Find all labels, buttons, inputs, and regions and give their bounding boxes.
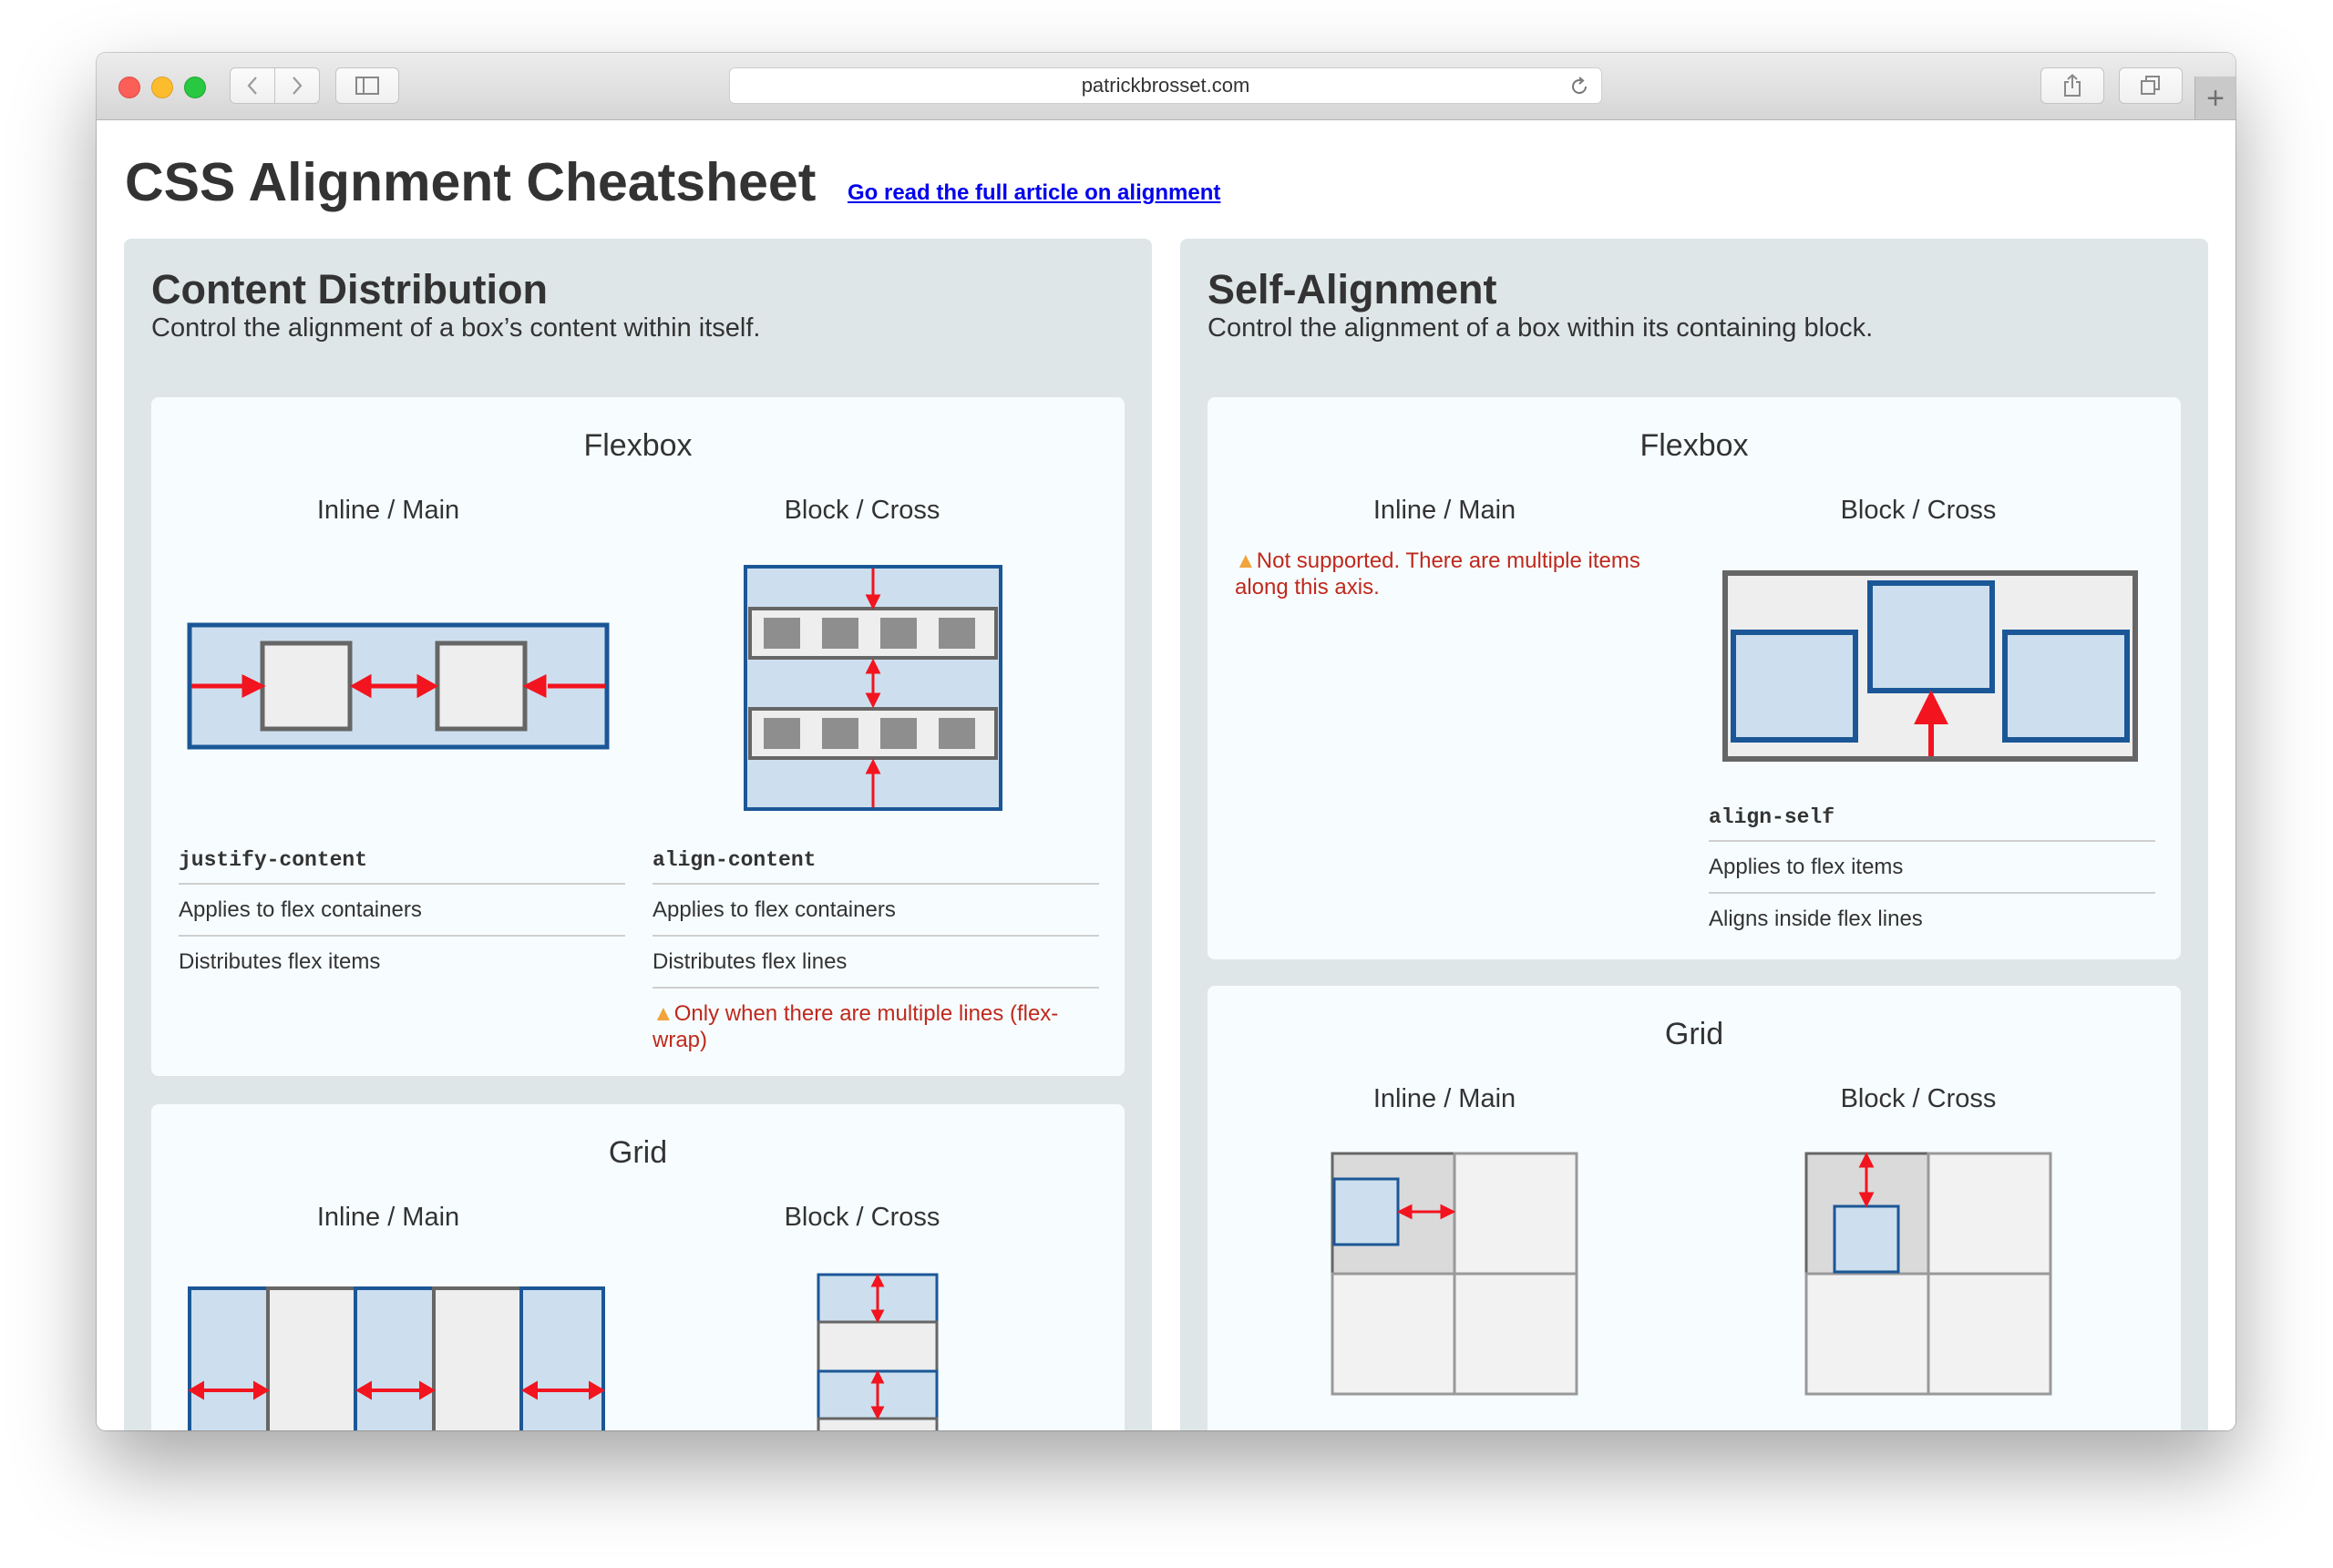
block-cross-heading: Block / Cross (1840, 496, 1997, 525)
grid-card: Grid Inline / Main Block / Cross (1208, 986, 2181, 1430)
inline-main-heading: Inline / Main (1372, 1084, 1516, 1113)
warning-icon: ▲ (1235, 548, 1257, 573)
property-detail: Distributes flex lines (653, 937, 1099, 989)
justify-content-diagram (187, 622, 610, 750)
justify-content-info: justify-content Applies to flex containe… (179, 848, 625, 987)
card-title: Grid (1664, 1017, 1724, 1051)
close-window-button[interactable] (118, 77, 140, 98)
block-cross-heading: Block / Cross (1840, 1084, 1997, 1113)
block-cross-heading: Block / Cross (784, 1203, 940, 1232)
align-self-grid-diagram (1804, 1152, 2052, 1396)
property-name: align-self (1709, 805, 2155, 842)
inline-main-heading: Inline / Main (316, 1203, 460, 1232)
property-detail: Applies to flex containers (653, 885, 1099, 937)
card-title: Flexbox (1639, 428, 1749, 463)
block-cross-heading: Block / Cross (784, 496, 940, 525)
card-title: Grid (608, 1135, 668, 1170)
content-distribution-section: Content Distribution Control the alignme… (124, 239, 1152, 1430)
browser-toolbar: patrickbrosset.com + (97, 53, 2235, 120)
property-name: justify-content (179, 848, 625, 885)
tabs-overview-button[interactable] (2119, 67, 2183, 104)
section-title: Self-Alignment (1208, 266, 1497, 313)
warning-text: Only when there are multiple lines (flex… (653, 1001, 1059, 1052)
new-tab-button[interactable]: + (2194, 77, 2235, 119)
property-detail: Applies to flex items (1709, 842, 2155, 894)
warning-text: Not supported. There are multiple items … (1235, 548, 1640, 600)
property-detail: Aligns inside flex lines (1709, 907, 1923, 931)
reload-icon[interactable] (1568, 76, 1590, 97)
warning-note: ▲Not supported. There are multiple items… (1235, 536, 1681, 600)
section-subtitle: Control the alignment of a box’s content… (151, 313, 761, 343)
share-icon (2064, 74, 2081, 97)
chevron-left-icon (247, 77, 257, 95)
section-title: Content Distribution (151, 266, 548, 313)
grid-align-content-diagram (817, 1273, 939, 1430)
align-self-info: align-self Applies to flex items Aligns … (1709, 805, 2155, 944)
zoom-window-button[interactable] (184, 77, 206, 98)
chevron-right-icon (293, 77, 303, 95)
inline-main-heading: Inline / Main (316, 496, 460, 525)
align-content-diagram (744, 565, 1002, 811)
share-button[interactable] (2040, 67, 2104, 104)
self-alignment-section: Self-Alignment Control the alignment of … (1180, 239, 2208, 1430)
plus-icon: + (2206, 80, 2225, 116)
align-content-info: align-content Applies to flex containers… (653, 848, 1099, 1053)
full-article-link[interactable]: Go read the full article on alignment (848, 180, 1220, 206)
flexbox-card: Flexbox Inline / Main Block / Cross just… (151, 397, 1125, 1076)
card-title: Flexbox (583, 428, 693, 463)
align-self-diagram (1722, 570, 2138, 762)
url-text: patrickbrosset.com (1081, 74, 1250, 97)
justify-self-grid-diagram (1331, 1152, 1578, 1396)
browser-window: patrickbrosset.com + CSS Alignment Cheat… (97, 53, 2235, 1430)
property-name: align-content (653, 848, 1099, 885)
warning-icon: ▲ (653, 1001, 674, 1026)
inline-main-heading: Inline / Main (1372, 496, 1516, 525)
flexbox-card: Flexbox Inline / Main Block / Cross ▲Not… (1208, 397, 2181, 959)
property-detail: Applies to flex containers (179, 885, 625, 937)
warning-note: ▲Only when there are multiple lines (fle… (653, 989, 1099, 1053)
sidebar-icon (355, 77, 379, 95)
page-content: CSS Alignment Cheatsheet Go read the ful… (97, 120, 2235, 1430)
page-title: CSS Alignment Cheatsheet (125, 152, 817, 212)
sidebar-toggle-button[interactable] (335, 67, 399, 104)
property-detail: Distributes flex items (179, 949, 381, 974)
back-button[interactable] (230, 67, 275, 104)
address-bar[interactable]: patrickbrosset.com (729, 67, 1602, 104)
grid-card: Grid Inline / Main Block / Cross (151, 1104, 1125, 1430)
tabs-icon (2141, 76, 2160, 95)
forward-button[interactable] (274, 67, 320, 104)
section-subtitle: Control the alignment of a box within it… (1208, 313, 1874, 343)
grid-justify-content-diagram (188, 1286, 605, 1430)
minimize-window-button[interactable] (151, 77, 173, 98)
